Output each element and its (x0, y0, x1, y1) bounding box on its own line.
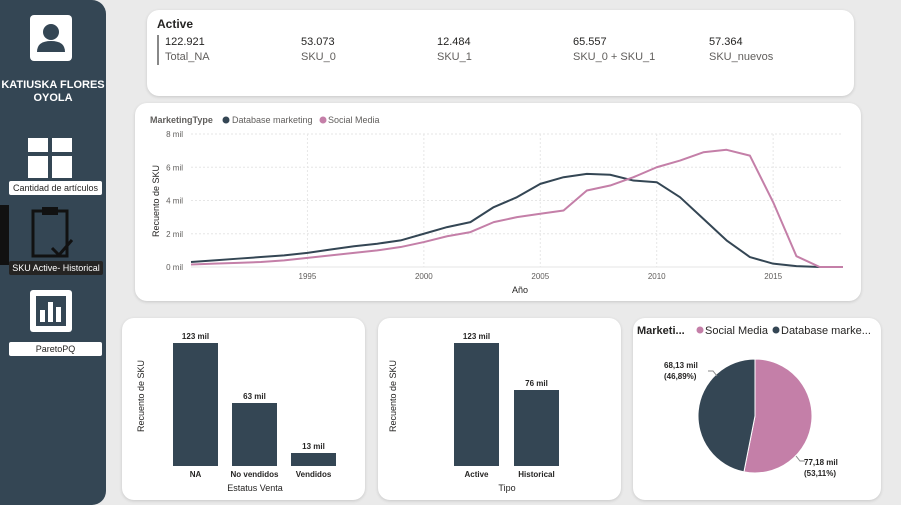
pie-slice-database-marketing[interactable] (697, 358, 756, 473)
nav-pareto-pq[interactable]: ParetoPQ (9, 342, 102, 356)
bar-value-label: 123 mil (182, 332, 209, 341)
bar[interactable] (291, 453, 336, 466)
legend-title: MarketingType (150, 115, 213, 125)
kpi-sku-1: 12.484 SKU_1 (437, 35, 472, 65)
user-avatar-icon (30, 15, 72, 61)
line-series-database-marketing[interactable] (190, 172, 843, 268)
line-chart[interactable]: MarketingType Database marketing Social … (135, 103, 861, 301)
x-tick-label: 1995 (299, 272, 317, 281)
y-tick-label: 2 mil (166, 230, 183, 239)
bar[interactable] (514, 390, 559, 466)
pie-label-social-value: 77,18 mil (804, 458, 838, 467)
x-tick-label: Active (464, 470, 489, 479)
bar-value-label: 63 mil (243, 392, 266, 401)
bar-value-label: 13 mil (302, 442, 325, 451)
nav-sku-active-historical[interactable]: SKU Active- Historical (9, 261, 103, 275)
legend-title: Marketi... (637, 325, 685, 337)
line-chart-card: MarketingType Database marketing Social … (135, 103, 861, 301)
kpi-title: Active (157, 17, 194, 31)
legend-marker-database (772, 326, 780, 334)
y-axis-label: Recuento de SKU (136, 360, 146, 432)
y-tick-label: 6 mil (166, 163, 183, 172)
kpi-label: Total_NA (165, 51, 210, 63)
kpi-value: 122.921 (165, 36, 205, 48)
x-axis-label: Tipo (498, 483, 515, 493)
pie-label-social-pct: (53,11%) (804, 469, 836, 478)
pie-label-database-value: 68,13 mil (664, 361, 698, 370)
legend-social-media: Social Media (705, 325, 769, 337)
bar[interactable] (232, 403, 277, 466)
sidebar: KATIUSKA FLORES OYOLA Cantidad de artícu… (0, 0, 106, 505)
kpi-total-na: 122.921 Total_NA (165, 35, 210, 65)
pie-chart[interactable]: Marketi... Social Media Database marke..… (633, 318, 881, 500)
bar-chart-estatus-card: Recuento de SKU Estatus Venta 123 mil NA 6… (122, 318, 365, 500)
kpi-value: 57.364 (709, 36, 743, 48)
x-tick-label: 2005 (531, 272, 549, 281)
bar[interactable] (173, 343, 218, 466)
kpi-label: SKU_nuevos (709, 51, 774, 63)
kpi-value: 12.484 (437, 36, 471, 48)
bar-chart-tipo-card: Recuento de SKU Tipo 123 mil Active 76 mil… (378, 318, 621, 500)
kpi-value: 65.557 (573, 36, 607, 48)
bar-chart-icon[interactable] (29, 289, 73, 333)
pie-legend: Marketi... Social Media Database marke..… (637, 325, 871, 337)
legend-marker-social (696, 326, 704, 334)
kpi-label: SKU_1 (437, 51, 472, 63)
clipboard-check-icon[interactable] (30, 206, 74, 260)
pie-chart-card: Marketi... Social Media Database marke..… (633, 318, 881, 500)
y-axis-label: Recuento de SKU (388, 360, 398, 432)
bar-value-label: 76 mil (525, 379, 548, 388)
legend-social-media: Social Media (328, 115, 380, 125)
x-tick-label: 2010 (648, 272, 666, 281)
bar-chart-tipo[interactable]: Recuento de SKU Tipo 123 mil Active 76 mil… (378, 318, 621, 500)
x-tick-label: Vendidos (296, 470, 332, 479)
x-tick-label: 2015 (764, 272, 782, 281)
legend-database-marketing: Database marke... (781, 325, 871, 337)
legend-database-marketing: Database marketing (232, 115, 313, 125)
grid-icon[interactable] (28, 138, 72, 178)
bar[interactable] (454, 343, 499, 466)
pie-label-database-pct: (46,89%) (664, 372, 697, 381)
line-legend: MarketingType Database marketing Social … (150, 115, 380, 125)
legend-marker-database (222, 116, 230, 124)
kpi-label: SKU_0 + SKU_1 (573, 51, 656, 63)
nav-cantidad-articulos[interactable]: Cantidad de artículos (9, 181, 102, 195)
legend-marker-social (319, 116, 327, 124)
kpi-sku-0: 53.073 SKU_0 (301, 35, 336, 65)
x-axis-label: Estatus Venta (227, 483, 283, 493)
kpi-sku-nuevos: 57.364 SKU_nuevos (709, 35, 773, 65)
kpi-row: 122.921 Total_NA 53.073 SKU_0 12.484 SKU… (157, 35, 847, 65)
y-axis-label: Recuento de SKU (151, 165, 161, 237)
kpi-card: Active 122.921 Total_NA 53.073 SKU_0 12.… (147, 10, 854, 96)
x-axis-label: Año (512, 285, 528, 295)
kpi-value: 53.073 (301, 36, 335, 48)
y-tick-label: 4 mil (166, 197, 183, 206)
y-tick-label: 0 mil (166, 263, 183, 272)
user-name: KATIUSKA FLORES OYOLA (1, 79, 105, 104)
x-tick-label: Historical (518, 470, 554, 479)
x-tick-label: No vendidos (230, 470, 279, 479)
bar-value-label: 123 mil (463, 332, 490, 341)
y-tick-label: 8 mil (166, 130, 183, 139)
nav-active-indicator (0, 205, 9, 265)
kpi-label: SKU_0 (301, 51, 336, 63)
bar-chart-estatus[interactable]: Recuento de SKU Estatus Venta 123 mil NA 6… (122, 318, 365, 500)
x-tick-label: NA (190, 470, 202, 479)
x-tick-label: 2000 (415, 272, 433, 281)
kpi-sku-0-plus-1: 65.557 SKU_0 + SKU_1 (573, 35, 655, 65)
